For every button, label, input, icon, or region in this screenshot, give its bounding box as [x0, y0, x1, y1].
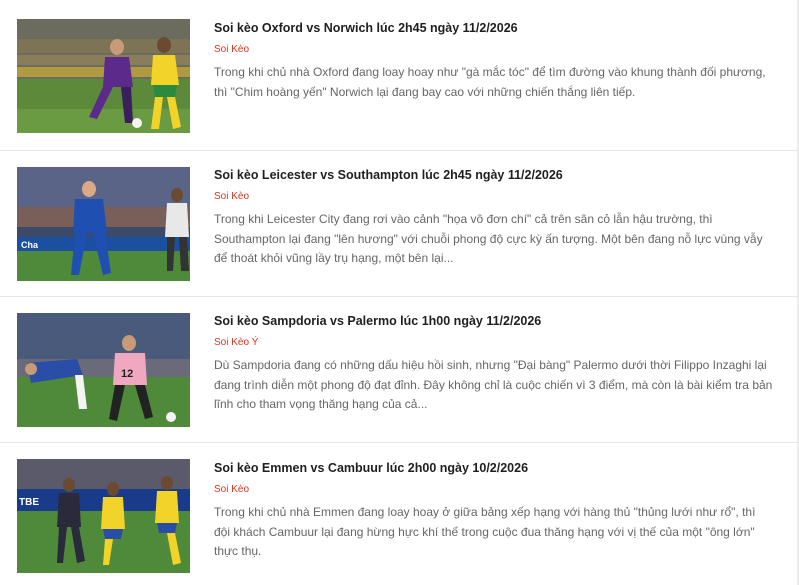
article-thumbnail[interactable]: Cha	[17, 167, 190, 281]
article-list: Soi kèo Oxford vs Norwich lúc 2h45 ngày …	[0, 0, 799, 585]
article-item: 12 Soi kèo Sampdoria vs Palermo lúc 1h00…	[0, 297, 799, 443]
article-category[interactable]: Soi Kèo	[214, 191, 249, 202]
article-item: Cha Soi kèo Leicester vs Southampton lúc…	[0, 151, 799, 297]
svg-text:TBE: TBE	[19, 497, 39, 508]
article-category[interactable]: Soi Kèo Ý	[214, 337, 258, 348]
article-title[interactable]: Soi kèo Sampdoria vs Palermo lúc 1h00 ng…	[214, 314, 774, 328]
football-photo-icon: 12	[17, 313, 190, 427]
article-category[interactable]: Soi Kèo	[214, 484, 249, 495]
article-item: Soi kèo Oxford vs Norwich lúc 2h45 ngày …	[0, 0, 799, 151]
article-title[interactable]: Soi kèo Leicester vs Southampton lúc 2h4…	[214, 168, 774, 182]
article-category[interactable]: Soi Kèo	[214, 44, 249, 55]
article-title[interactable]: Soi kèo Oxford vs Norwich lúc 2h45 ngày …	[214, 21, 774, 35]
article-thumbnail[interactable]: TBE	[17, 459, 190, 573]
football-photo-icon: Cha	[17, 167, 190, 281]
article-excerpt: Trong khi chủ nhà Emmen đang loay hoay ở…	[214, 505, 756, 558]
article-thumbnail[interactable]: 12	[17, 313, 190, 427]
svg-text:Cha: Cha	[21, 240, 39, 250]
svg-text:12: 12	[121, 368, 133, 380]
article-excerpt: Dù Sampdoria đang có những dấu hiệu hồi …	[214, 358, 773, 411]
article-excerpt: Trong khi chủ nhà Oxford đang loay hoay …	[214, 65, 766, 99]
article-thumbnail[interactable]	[17, 19, 190, 133]
football-photo-icon	[17, 19, 190, 133]
article-title[interactable]: Soi kèo Emmen vs Cambuur lúc 2h00 ngày 1…	[214, 461, 774, 475]
article-item: TBE Soi kèo Emmen vs Cambuur lúc 2h00 ng…	[0, 443, 799, 585]
football-photo-icon: TBE	[17, 459, 190, 573]
article-excerpt: Trong khi Leicester City đang rơi vào cả…	[214, 212, 763, 265]
